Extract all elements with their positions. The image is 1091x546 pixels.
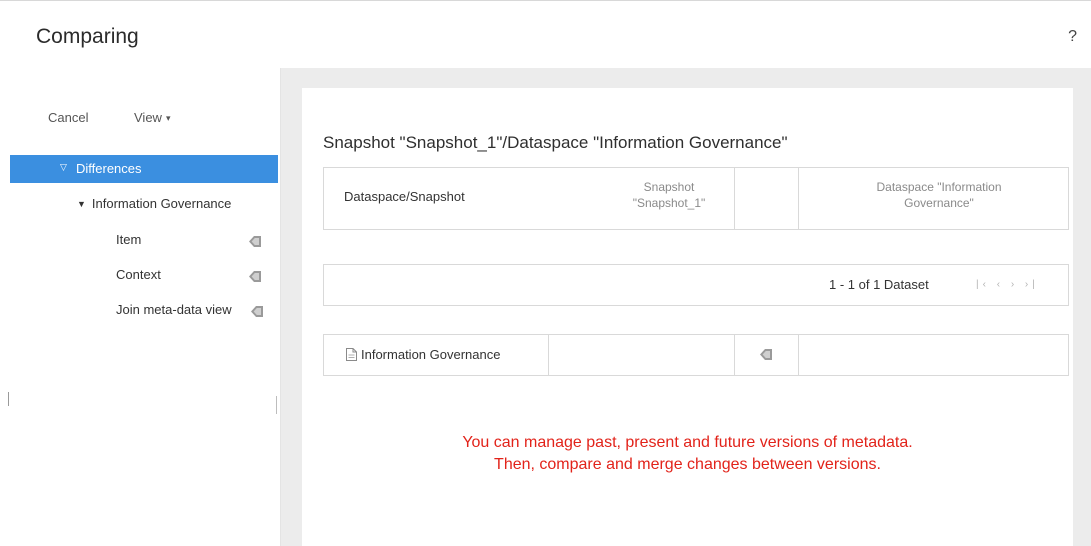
left-version-line: Snapshot (643, 180, 695, 194)
diff-flag-icon[interactable] (760, 349, 772, 360)
document-icon (346, 348, 357, 361)
tree-item-label: Join meta-data view (116, 302, 232, 317)
table-row[interactable]: Information Governance (323, 334, 1069, 376)
tree-item-join-meta-data-view[interactable]: Join meta-data view (116, 302, 232, 317)
tree-item-item[interactable]: Item (116, 232, 141, 247)
left-version-label: Snapshot "Snapshot_1" (574, 179, 764, 211)
right-version-line: Dataspace "Information (876, 180, 1002, 194)
tree-item-label: Context (116, 267, 161, 282)
column-divider (734, 335, 735, 375)
expand-caret-icon[interactable]: ▽ (60, 162, 67, 173)
view-menu-button[interactable]: View ▾ (134, 110, 170, 125)
pager-nav-buttons[interactable]: |‹ ‹ › ›| (976, 279, 1039, 290)
version-header-table: Dataspace/Snapshot Snapshot "Snapshot_1"… (323, 167, 1069, 230)
cancel-button[interactable]: Cancel (48, 110, 88, 125)
column-divider (798, 168, 799, 229)
comparison-card (302, 88, 1073, 546)
right-version-label: Dataspace "Information Governance" (844, 179, 1034, 211)
tree-item-label: Item (116, 232, 142, 247)
tree-item-differences[interactable]: ▽ Differences (10, 155, 278, 183)
page-title: Comparing (36, 25, 139, 48)
tree-item-context[interactable]: Context (116, 267, 161, 282)
pager-summary: 1 - 1 of 1 Dataset (829, 277, 929, 292)
expand-caret-icon[interactable]: ▼ (77, 199, 86, 209)
diff-flag-icon (251, 306, 263, 317)
help-button[interactable]: ? (1068, 28, 1077, 46)
tree-item-label: Differences (76, 161, 142, 176)
left-version-line: "Snapshot_1" (632, 196, 706, 210)
column-divider (548, 335, 549, 375)
diff-flag-icon (249, 271, 261, 282)
annotation-note: You can manage past, present and future … (302, 432, 1073, 476)
right-version-line: Governance" (904, 196, 974, 210)
view-label: View (134, 110, 162, 125)
row-name-cell[interactable]: Information Governance (346, 347, 500, 362)
row-name-label: Information Governance (361, 347, 501, 362)
tree-item-information-governance[interactable]: ▼ Information Governance (77, 196, 231, 211)
tree-item-label: Information Governance (91, 196, 232, 211)
dataspace-snapshot-label: Dataspace/Snapshot (344, 189, 465, 204)
diff-flag-icon (249, 236, 261, 247)
top-bar: Comparing ? (0, 0, 1091, 69)
chevron-down-icon: ▾ (165, 113, 171, 123)
annotation-line: You can manage past, present and future … (462, 434, 913, 451)
comparison-title: Snapshot "Snapshot_1"/Dataspace "Informa… (323, 133, 788, 152)
pager-bar: 1 - 1 of 1 Dataset |‹ ‹ › ›| (323, 264, 1069, 306)
column-divider (798, 335, 799, 375)
left-edge-handle[interactable] (8, 392, 9, 406)
annotation-line: Then, compare and merge changes between … (494, 456, 881, 473)
